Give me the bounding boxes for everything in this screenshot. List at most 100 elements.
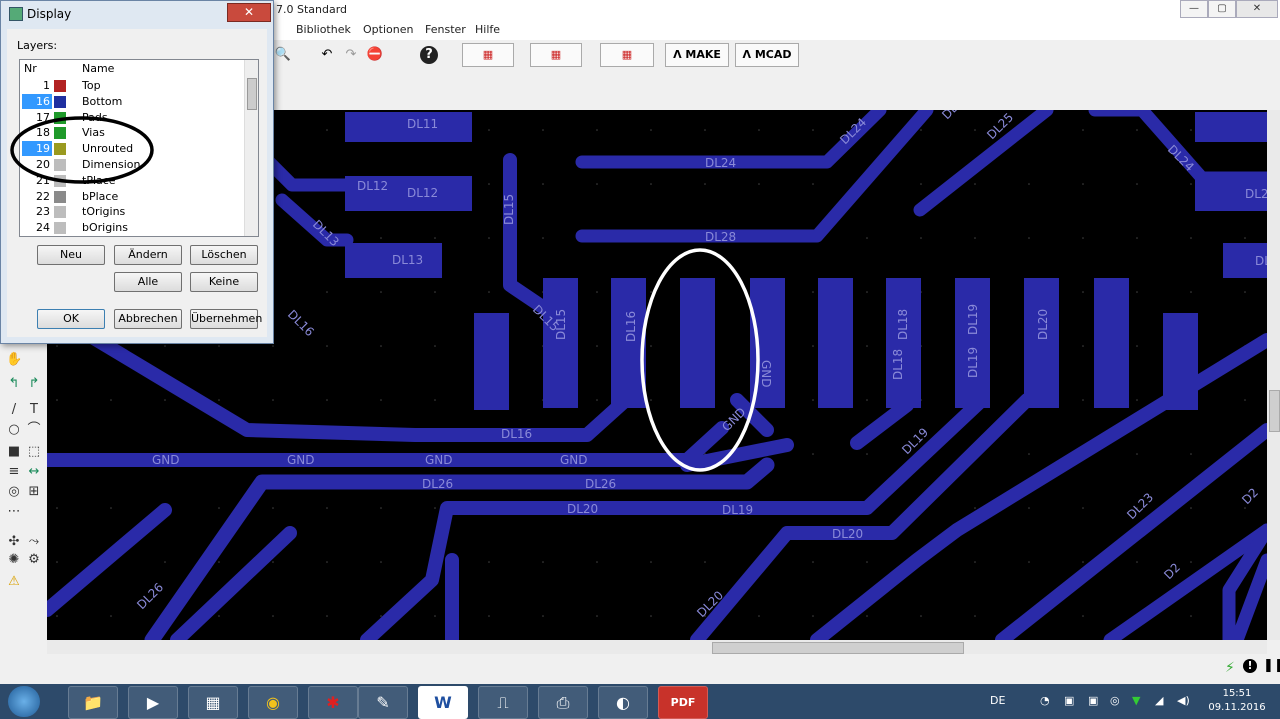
layer-row[interactable]: 18 Vias bbox=[20, 125, 242, 141]
start-button[interactable] bbox=[8, 686, 40, 717]
tray-icon-3[interactable]: ▣ bbox=[1088, 694, 1098, 707]
word-icon[interactable]: W bbox=[418, 686, 468, 719]
mcad-button[interactable]: Ʌ MCAD bbox=[735, 43, 799, 67]
arc-icon[interactable]: ⌒ bbox=[26, 422, 42, 438]
pdf-icon[interactable]: PDF bbox=[658, 686, 708, 719]
notepad-icon[interactable]: ✎ bbox=[358, 686, 408, 719]
uebernehmen-button[interactable]: Übernehmen bbox=[190, 309, 262, 329]
layer-list[interactable]: Nr Name 1 Top 16 Bottom 17 Pads 18 Vias 19 Unrout… bbox=[19, 59, 259, 237]
menu-bibliothek[interactable]: Bibliothek bbox=[296, 23, 351, 36]
horizontal-scrollbar[interactable] bbox=[47, 640, 1267, 654]
volume-icon[interactable]: ◀) bbox=[1177, 694, 1190, 707]
layer-row[interactable]: 24 bOrigins bbox=[20, 220, 242, 236]
zoom-icon[interactable]: 🔍 bbox=[274, 46, 292, 64]
maximize-button[interactable]: ▢ bbox=[1208, 0, 1236, 18]
net-label: DL19 bbox=[966, 347, 980, 378]
ordering-button[interactable]: ▦ bbox=[600, 43, 654, 67]
grid-dot bbox=[596, 345, 598, 347]
text-icon[interactable]: T bbox=[26, 402, 42, 418]
layer-row[interactable]: 1 Top bbox=[20, 78, 242, 94]
grid-dot bbox=[56, 615, 58, 617]
network-tray-icon[interactable]: ▼ bbox=[1132, 694, 1140, 707]
autorouter-icon[interactable]: ⤳ bbox=[26, 534, 42, 550]
net-label: DL28 bbox=[705, 230, 736, 244]
tray-icon-4[interactable]: ◎ bbox=[1110, 694, 1120, 707]
ok-button[interactable]: OK bbox=[37, 309, 105, 329]
clock[interactable]: 15:51 09.11.2016 bbox=[1200, 687, 1274, 715]
signal-tray-icon[interactable]: ◢ bbox=[1155, 694, 1163, 707]
layer-row[interactable]: 17 Pads bbox=[20, 110, 242, 126]
close-button[interactable]: ✕ bbox=[1236, 0, 1278, 18]
drc-icon[interactable]: ⚙ bbox=[26, 552, 42, 568]
minimize-button[interactable]: — bbox=[1180, 0, 1208, 18]
tray-icon-2[interactable]: ▣ bbox=[1064, 694, 1074, 707]
layer-row[interactable]: 16 Bottom bbox=[20, 93, 242, 110]
info-icon[interactable]: ! bbox=[1243, 659, 1257, 673]
vertical-scroll-thumb[interactable] bbox=[1269, 390, 1280, 432]
column-header-nr[interactable]: Nr bbox=[24, 62, 37, 75]
signal-icon[interactable]: ↔ bbox=[26, 464, 42, 480]
grid-dot bbox=[110, 507, 112, 509]
grid-dot bbox=[488, 561, 490, 563]
route-icon[interactable]: ↰ bbox=[6, 376, 22, 392]
optimize-icon[interactable]: ✺ bbox=[6, 552, 22, 568]
abbrechen-button[interactable]: Abbrechen bbox=[114, 309, 182, 329]
ratsnest-icon[interactable]: ✣ bbox=[6, 534, 22, 550]
layer-row[interactable]: 23 tOrigins bbox=[20, 204, 242, 220]
make-button[interactable]: Ʌ MAKE bbox=[665, 43, 729, 67]
fab-button[interactable]: ▦ bbox=[462, 43, 514, 67]
calculator-icon[interactable]: ▦ bbox=[188, 686, 238, 719]
layer-name: tOrigins bbox=[82, 205, 126, 219]
hole-icon[interactable]: ◎ bbox=[6, 484, 22, 500]
grid-dot bbox=[1082, 399, 1084, 401]
explorer-icon[interactable]: 📁 bbox=[68, 686, 118, 719]
neu-button[interactable]: Neu bbox=[37, 245, 105, 265]
rect-icon[interactable]: ■ bbox=[6, 444, 22, 460]
layer-row[interactable]: 20 Dimension bbox=[20, 157, 242, 173]
copper-trace bbox=[575, 110, 934, 243]
polygon-icon[interactable]: ⬚ bbox=[26, 444, 42, 460]
layer-row[interactable]: 19 Unrouted bbox=[20, 141, 242, 157]
layer-list-scroll-thumb[interactable] bbox=[247, 78, 257, 110]
media-icon[interactable]: ▶ bbox=[128, 686, 178, 719]
keine-button[interactable]: Keine bbox=[190, 272, 258, 292]
menu-hilfe[interactable]: Hilfe bbox=[475, 23, 500, 36]
undo-icon[interactable]: ↶ bbox=[318, 46, 336, 64]
menu-optionen[interactable]: Optionen bbox=[363, 23, 413, 36]
tray-icon-1[interactable]: ◔ bbox=[1040, 694, 1050, 707]
errors-icon[interactable]: ⚠ bbox=[6, 574, 22, 590]
language-indicator[interactable]: DE bbox=[990, 694, 1005, 707]
layer-row[interactable]: 22 bPlace bbox=[20, 189, 242, 205]
pause-icon[interactable]: ❚❚ bbox=[1263, 658, 1280, 673]
layer-row[interactable]: 21 tPlace bbox=[20, 173, 242, 189]
alle-button[interactable]: Alle bbox=[114, 272, 182, 292]
via-icon[interactable]: ≡ bbox=[6, 464, 22, 480]
move-icon[interactable]: ✋ bbox=[6, 352, 22, 368]
menu-fenster[interactable]: Fenster bbox=[425, 23, 466, 36]
help-icon[interactable]: ? bbox=[420, 46, 438, 64]
wire-icon[interactable]: / bbox=[6, 402, 22, 418]
redo-icon[interactable]: ↷ bbox=[342, 46, 360, 64]
dimension-icon[interactable]: ⋯ bbox=[6, 504, 22, 520]
stop-icon[interactable]: ⛔ bbox=[366, 46, 384, 64]
attribute-icon[interactable]: ⊞ bbox=[26, 484, 42, 500]
loeschen-button[interactable]: Löschen bbox=[190, 245, 258, 265]
eagle-schematic-icon[interactable]: ⎍ bbox=[478, 686, 528, 719]
horizontal-scroll-thumb[interactable] bbox=[712, 642, 964, 654]
chrome-icon[interactable]: ◉ bbox=[248, 686, 298, 719]
net-label: DL19 bbox=[966, 304, 980, 335]
dialog-close-button[interactable]: ✕ bbox=[227, 3, 271, 22]
circle-icon[interactable]: ○ bbox=[6, 422, 22, 438]
column-header-name[interactable]: Name bbox=[82, 62, 114, 75]
pcb-quote-button[interactable]: ▦ bbox=[530, 43, 582, 67]
ripup-icon[interactable]: ↱ bbox=[26, 376, 42, 392]
app-red-icon[interactable]: ◐ bbox=[598, 686, 648, 719]
grid-dot bbox=[650, 291, 652, 293]
network-icon[interactable]: ⎙ bbox=[538, 686, 588, 719]
aendern-button[interactable]: Ändern bbox=[114, 245, 182, 265]
paint-icon[interactable]: ✱ bbox=[308, 686, 358, 719]
vertical-scrollbar[interactable] bbox=[1267, 110, 1280, 640]
layer-list-scrollbar[interactable] bbox=[244, 60, 258, 236]
grid-dot bbox=[218, 345, 220, 347]
layer-color-swatch bbox=[54, 95, 66, 108]
